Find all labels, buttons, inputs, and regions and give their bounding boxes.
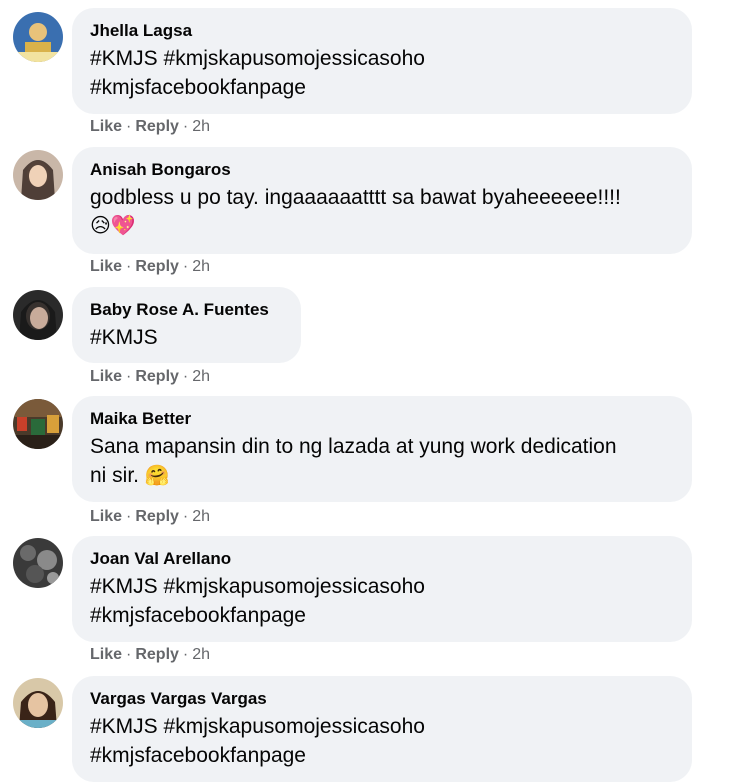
comment-actions: Like · Reply · 2h [90, 118, 210, 136]
reply-button[interactable]: Reply [135, 118, 179, 135]
separator-dot: · [182, 118, 189, 135]
comment-actions: Like · Reply · 2h [90, 508, 210, 526]
comment-text: Sana mapansin din to ng lazada at yung w… [90, 432, 674, 491]
comment-text-line: #KMJS [90, 326, 158, 349]
separator-dot: · [182, 646, 189, 663]
comment-timestamp[interactable]: 2h [192, 258, 210, 275]
avatar[interactable] [13, 290, 63, 340]
comment-timestamp[interactable]: 2h [192, 118, 210, 135]
reply-button[interactable]: Reply [135, 646, 179, 663]
like-button[interactable]: Like [90, 646, 122, 663]
separator-dot: · [182, 258, 189, 275]
like-button[interactable]: Like [90, 258, 122, 275]
reply-button[interactable]: Reply [135, 508, 179, 525]
comment-timestamp[interactable]: 2h [192, 646, 210, 663]
comment-bubble: Jhella Lagsa #KMJS #kmjskapusomojessicas… [72, 8, 692, 114]
comment-text: #KMJS #kmjskapusomojessicasoho #kmjsface… [90, 712, 674, 770]
comment-actions: Like · Reply · 2h [90, 258, 210, 276]
comment-text-fragment: ni sir. [90, 464, 140, 487]
avatar[interactable] [13, 12, 63, 62]
comment-text: godbless u po tay. ingaaaaaatttt sa bawa… [90, 183, 674, 241]
comment-bubble: Anisah Bongaros godbless u po tay. ingaa… [72, 147, 692, 254]
comment-text-line: #kmjsfacebookfanpage [90, 76, 306, 99]
comment-text-line: #kmjsfacebookfanpage [90, 604, 306, 627]
comment-author[interactable]: Vargas Vargas Vargas [90, 688, 674, 710]
comment-text-line: Sana mapansin din to ng lazada at yung w… [90, 435, 617, 458]
comment-text: #KMJS #kmjskapusomojessicasoho #kmjsface… [90, 44, 674, 102]
like-button[interactable]: Like [90, 118, 122, 135]
comment-author[interactable]: Jhella Lagsa [90, 20, 674, 42]
separator-dot: · [126, 368, 132, 385]
comment-author[interactable]: Anisah Bongaros [90, 159, 674, 181]
separator-dot: · [126, 258, 132, 275]
comment-bubble: Maika Better Sana mapansin din to ng laz… [72, 396, 692, 502]
avatar[interactable] [13, 538, 63, 588]
comment-text: #KMJS [90, 323, 283, 352]
separator-dot: · [182, 368, 189, 385]
comment-bubble: Joan Val Arellano #KMJS #kmjskapusomojes… [72, 536, 692, 642]
comment-text-line: #KMJS #kmjskapusomojessicasoho [90, 715, 425, 738]
comment-bubble: Baby Rose A. Fuentes #KMJS [72, 287, 301, 363]
comment-actions: Like · Reply · 2h [90, 368, 210, 386]
comment-text-line: #KMJS #kmjskapusomojessicasoho [90, 47, 425, 70]
comment-bubble: Vargas Vargas Vargas #KMJS #kmjskapusomo… [72, 676, 692, 782]
avatar[interactable] [13, 678, 63, 728]
comment-text-line: ni sir. 🤗 [90, 461, 674, 491]
comment-timestamp[interactable]: 2h [192, 508, 210, 525]
comment-author[interactable]: Maika Better [90, 408, 674, 430]
comment-actions: Like · Reply · 2h [90, 646, 210, 664]
separator-dot: · [126, 646, 132, 663]
reply-button[interactable]: Reply [135, 258, 179, 275]
separator-dot: · [126, 118, 132, 135]
comment-author[interactable]: Joan Val Arellano [90, 548, 674, 570]
comment-text-line: #kmjsfacebookfanpage [90, 744, 306, 767]
avatar[interactable] [13, 399, 63, 449]
reply-button[interactable]: Reply [135, 368, 179, 385]
comment-author[interactable]: Baby Rose A. Fuentes [90, 299, 283, 321]
comment-text-line: godbless u po tay. ingaaaaaatttt sa bawa… [90, 186, 621, 209]
like-button[interactable]: Like [90, 368, 122, 385]
like-button[interactable]: Like [90, 508, 122, 525]
avatar[interactable] [13, 150, 63, 200]
comment-text-line: #KMJS #kmjskapusomojessicasoho [90, 575, 425, 598]
separator-dot: · [126, 508, 132, 525]
emoji-reaction: 🤗 [144, 465, 170, 487]
comment-timestamp[interactable]: 2h [192, 368, 210, 385]
emoji-reaction: 😥💖 [90, 215, 136, 237]
separator-dot: · [182, 508, 189, 525]
comment-text: #KMJS #kmjskapusomojessicasoho #kmjsface… [90, 572, 674, 630]
